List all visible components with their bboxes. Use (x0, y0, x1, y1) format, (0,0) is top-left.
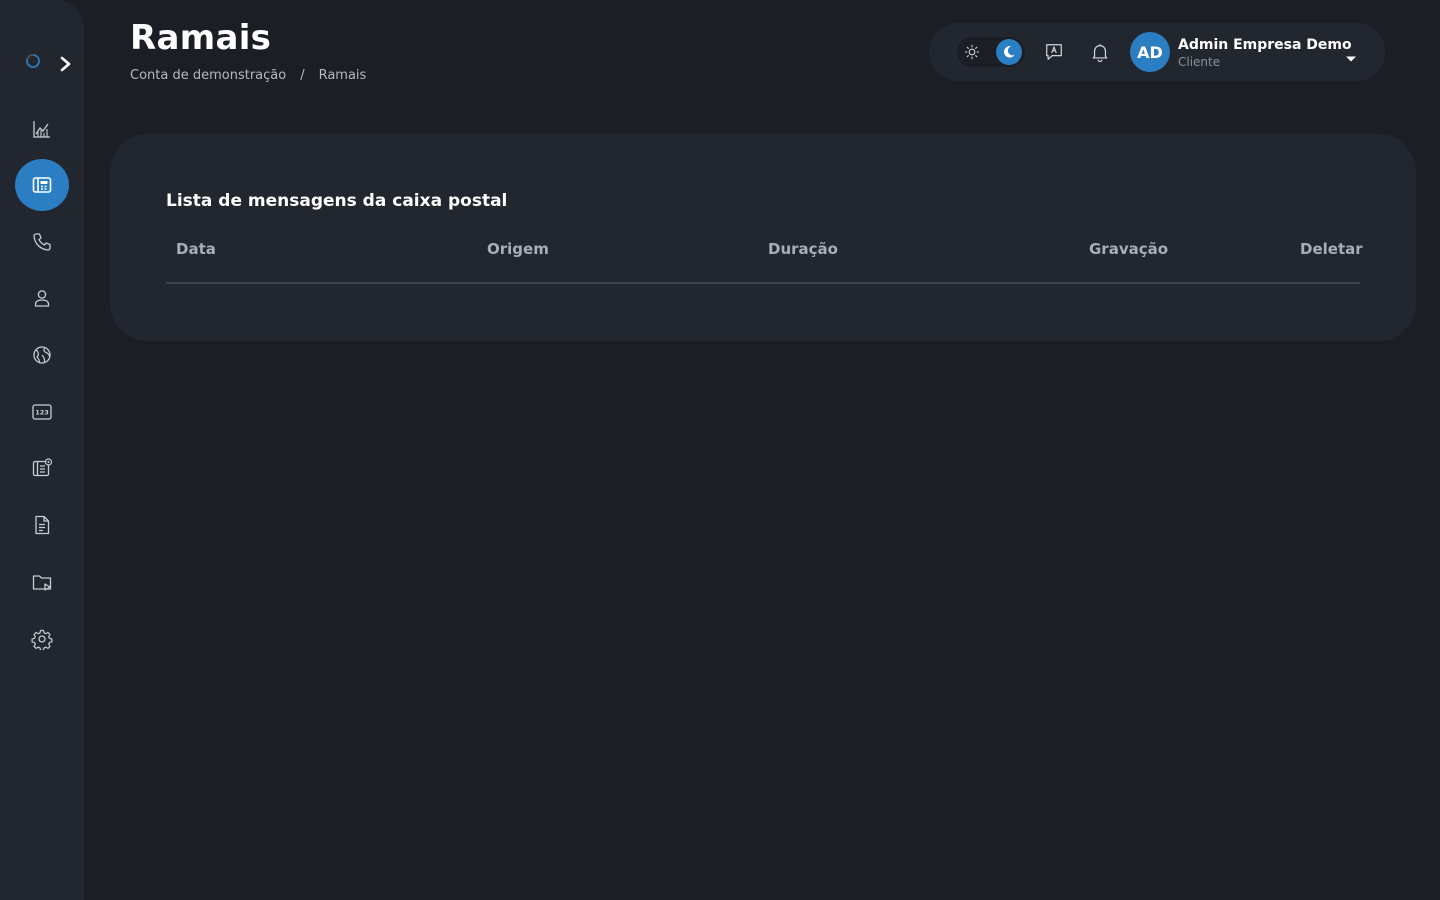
gear-icon (31, 629, 53, 650)
globe-icon (33, 346, 51, 364)
table-header: Data Origem Duração Gravação Deletar (166, 238, 1363, 284)
sidebar-item-settings[interactable] (15, 613, 69, 665)
sidebar-item-recordings[interactable] (15, 556, 69, 608)
sidebar-item-network[interactable] (15, 329, 69, 381)
sidebar-item-voicemail[interactable] (15, 442, 69, 494)
column-header-data[interactable]: Data (176, 240, 216, 258)
sidebar-item-numbers[interactable]: 123 (15, 386, 69, 438)
sidebar-item-reports[interactable] (15, 499, 69, 551)
voicemail-icon (32, 458, 53, 477)
extensions-icon (32, 177, 52, 193)
caret-down-icon[interactable] (1345, 48, 1357, 62)
phone-icon (33, 233, 51, 251)
column-header-origem[interactable]: Origem (487, 240, 549, 258)
breadcrumb-item-account[interactable]: Conta de demonstração (130, 68, 286, 83)
folder-play-icon (32, 575, 52, 591)
user-icon (34, 290, 50, 307)
card-title: Lista de mensagens da caixa postal (166, 191, 508, 211)
chevron-right-icon[interactable] (57, 54, 75, 74)
user-role: Cliente (1178, 55, 1221, 69)
sidebar-item-calls[interactable] (15, 216, 69, 268)
voicemail-card: Lista de mensagens da caixa postal Data … (110, 134, 1416, 341)
topbar: AD Admin Empresa Demo Cliente (929, 23, 1385, 81)
user-name[interactable]: Admin Empresa Demo (1178, 37, 1352, 53)
chart-icon (33, 121, 50, 138)
sidebar-item-dashboard[interactable] (15, 103, 69, 155)
svg-text:123: 123 (35, 409, 49, 417)
page-title: Ramais (130, 18, 272, 58)
breadcrumb-item-current: Ramais (318, 68, 367, 83)
bell-icon[interactable] (1089, 41, 1111, 63)
moon-icon[interactable] (996, 39, 1022, 65)
sun-icon[interactable] (960, 40, 984, 64)
document-icon (35, 515, 50, 535)
numbers-icon: 123 (32, 404, 52, 420)
column-header-deletar[interactable]: Deletar (1300, 240, 1363, 258)
chat-icon[interactable] (1043, 41, 1065, 63)
theme-toggle[interactable] (957, 37, 1025, 67)
breadcrumb-separator: / (300, 68, 305, 83)
column-header-duracao[interactable]: Duração (768, 240, 838, 258)
breadcrumb: Conta de demonstração / Ramais (130, 68, 366, 83)
sidebar-item-users[interactable] (15, 272, 69, 324)
sidebar: 123 (0, 0, 84, 900)
loading-logo-icon (25, 53, 41, 69)
avatar[interactable]: AD (1130, 32, 1170, 72)
sidebar-item-extensions[interactable] (15, 159, 69, 211)
column-header-gravacao[interactable]: Gravação (1089, 240, 1168, 258)
